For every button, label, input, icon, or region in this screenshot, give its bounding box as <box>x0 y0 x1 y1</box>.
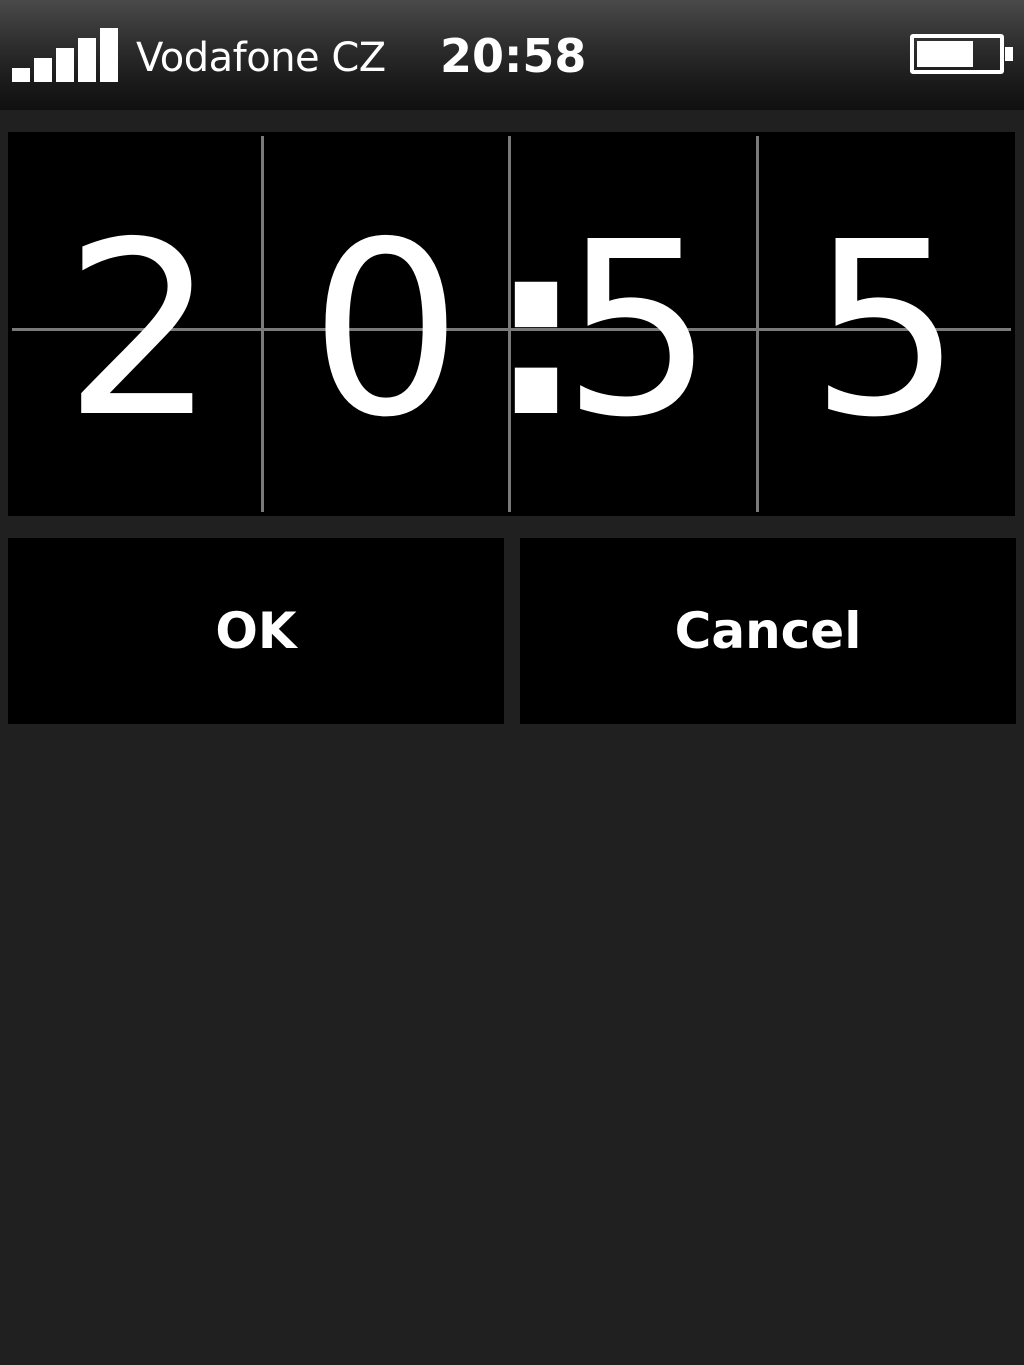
minute-ones-digit[interactable]: 5 <box>786 210 986 450</box>
signal-bar <box>78 38 96 82</box>
column-divider <box>756 136 759 512</box>
battery-level-fill <box>917 41 973 67</box>
battery-icon <box>910 34 1013 74</box>
signal-bar <box>100 28 118 82</box>
hour-tens-digit[interactable]: 2 <box>40 210 240 450</box>
hour-ones-digit[interactable]: 0 <box>286 210 486 450</box>
time-picker: 2 0 : 5 5 <box>8 132 1015 516</box>
ok-button[interactable]: OK <box>8 538 504 724</box>
time-picker-screen: Vodafone CZ 20:58 2 0 : 5 5 OK Cancel <box>0 0 1024 1365</box>
carrier-name: Vodafone CZ <box>136 35 386 81</box>
status-clock: 20:58 <box>440 29 587 83</box>
signal-bar <box>12 68 30 82</box>
signal-strength-icon <box>12 28 118 82</box>
cancel-button[interactable]: Cancel <box>520 538 1016 724</box>
signal-bar <box>34 58 52 82</box>
column-divider <box>261 136 264 512</box>
signal-bar <box>56 48 74 82</box>
status-bar: Vodafone CZ 20:58 <box>0 0 1024 110</box>
minute-tens-digit[interactable]: 5 <box>538 210 738 450</box>
